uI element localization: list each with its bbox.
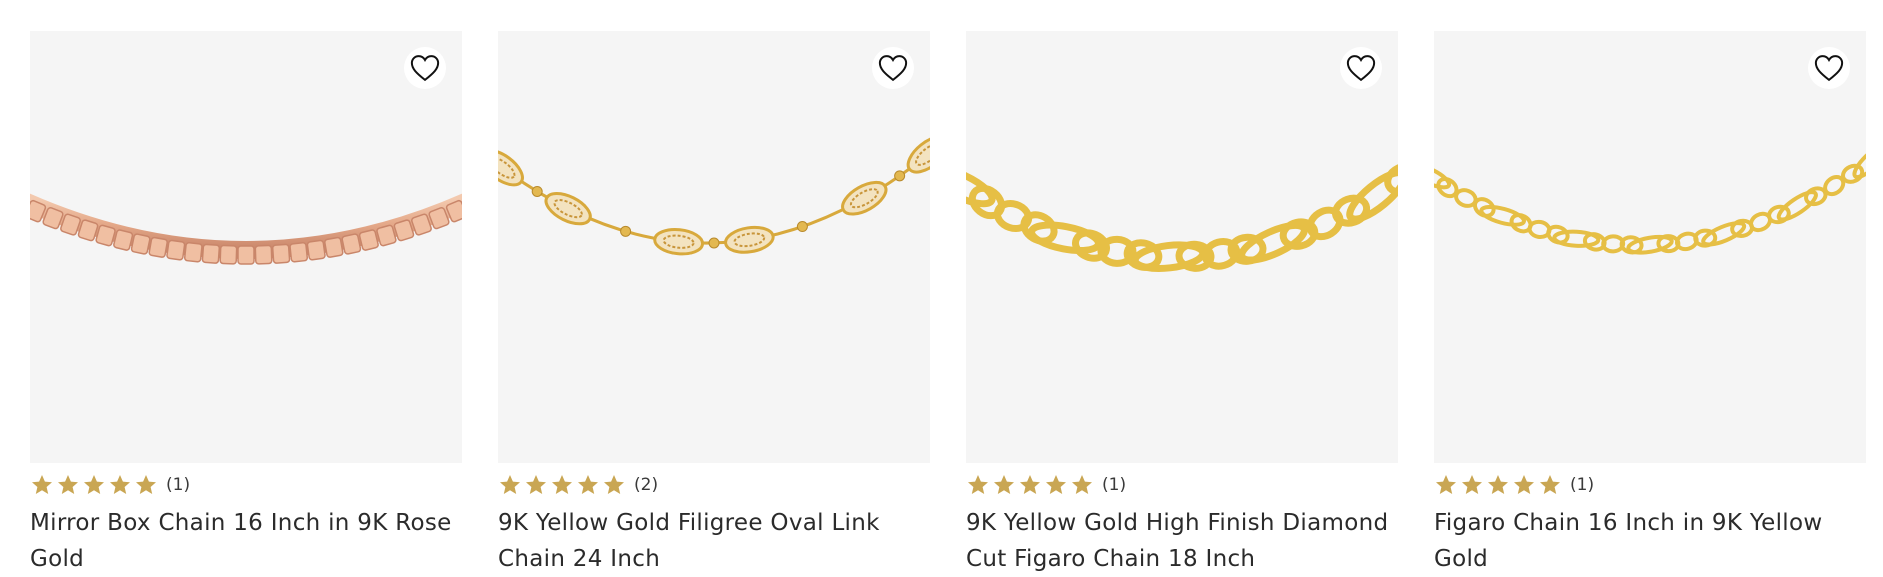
- heart-outline-icon: [1346, 55, 1376, 82]
- star-icon: [136, 475, 156, 494]
- star-icon: [58, 475, 78, 494]
- star-rating: [498, 473, 626, 497]
- product-card[interactable]: (1) Figaro Chain 16 Inch in 9K Yellow Go…: [1434, 31, 1866, 577]
- yellow-gold-filigree-chain-image: [498, 135, 930, 256]
- rose-gold-box-chain-image: [30, 193, 462, 265]
- star-icon: [1488, 475, 1508, 494]
- star-icon: [1020, 475, 1040, 494]
- star-icon: [110, 475, 130, 494]
- star-icon: [1462, 475, 1482, 494]
- product-title[interactable]: 9K Yellow Gold High Finish Diamond Cut F…: [966, 505, 1398, 577]
- star-icon: [968, 475, 988, 494]
- star-icon: [1072, 475, 1092, 494]
- star-icon: [84, 475, 104, 494]
- wishlist-button[interactable]: [872, 47, 914, 89]
- product-card[interactable]: (2) 9K Yellow Gold Filigree Oval Link Ch…: [498, 31, 930, 577]
- wishlist-button[interactable]: [404, 47, 446, 89]
- star-icon: [1436, 475, 1456, 494]
- star-rating: [30, 473, 158, 497]
- product-image[interactable]: [498, 31, 930, 463]
- star-icon: [1514, 475, 1534, 494]
- rating: (1): [30, 473, 462, 497]
- star-icon: [604, 475, 624, 494]
- review-count[interactable]: (1): [1102, 475, 1126, 495]
- product-image[interactable]: [30, 31, 462, 463]
- star-icon: [1540, 475, 1560, 494]
- star-rating: [966, 473, 1094, 497]
- rating: (1): [966, 473, 1398, 497]
- review-count[interactable]: (1): [1570, 475, 1594, 495]
- star-icon: [526, 475, 546, 494]
- product-card[interactable]: (1) 9K Yellow Gold High Finish Diamond C…: [966, 31, 1398, 577]
- review-count[interactable]: (2): [634, 475, 658, 495]
- heart-outline-icon: [410, 55, 440, 82]
- product-title[interactable]: Mirror Box Chain 16 Inch in 9K Rose Gold: [30, 505, 462, 577]
- yellow-gold-figaro-chain-fine-image: [1434, 142, 1866, 255]
- review-count[interactable]: (1): [166, 475, 190, 495]
- product-title[interactable]: 9K Yellow Gold Filigree Oval Link Chain …: [498, 505, 930, 577]
- star-rating: [1434, 473, 1562, 497]
- wishlist-button[interactable]: [1340, 47, 1382, 89]
- heart-outline-icon: [1814, 55, 1844, 82]
- star-icon: [32, 475, 52, 494]
- product-grid: (1) Mirror Box Chain 16 Inch in 9K Rose …: [30, 31, 1866, 577]
- wishlist-button[interactable]: [1808, 47, 1850, 89]
- rating: (1): [1434, 473, 1866, 497]
- product-title[interactable]: Figaro Chain 16 Inch in 9K Yellow Gold: [1434, 505, 1866, 577]
- star-icon: [1046, 475, 1066, 494]
- star-icon: [500, 475, 520, 494]
- rating: (2): [498, 473, 930, 497]
- yellow-gold-figaro-chain-heavy-image: [966, 162, 1398, 272]
- star-icon: [994, 475, 1014, 494]
- heart-outline-icon: [878, 55, 908, 82]
- star-icon: [578, 475, 598, 494]
- product-image[interactable]: [1434, 31, 1866, 463]
- product-image[interactable]: [966, 31, 1398, 463]
- star-icon: [552, 475, 572, 494]
- product-card[interactable]: (1) Mirror Box Chain 16 Inch in 9K Rose …: [30, 31, 462, 577]
